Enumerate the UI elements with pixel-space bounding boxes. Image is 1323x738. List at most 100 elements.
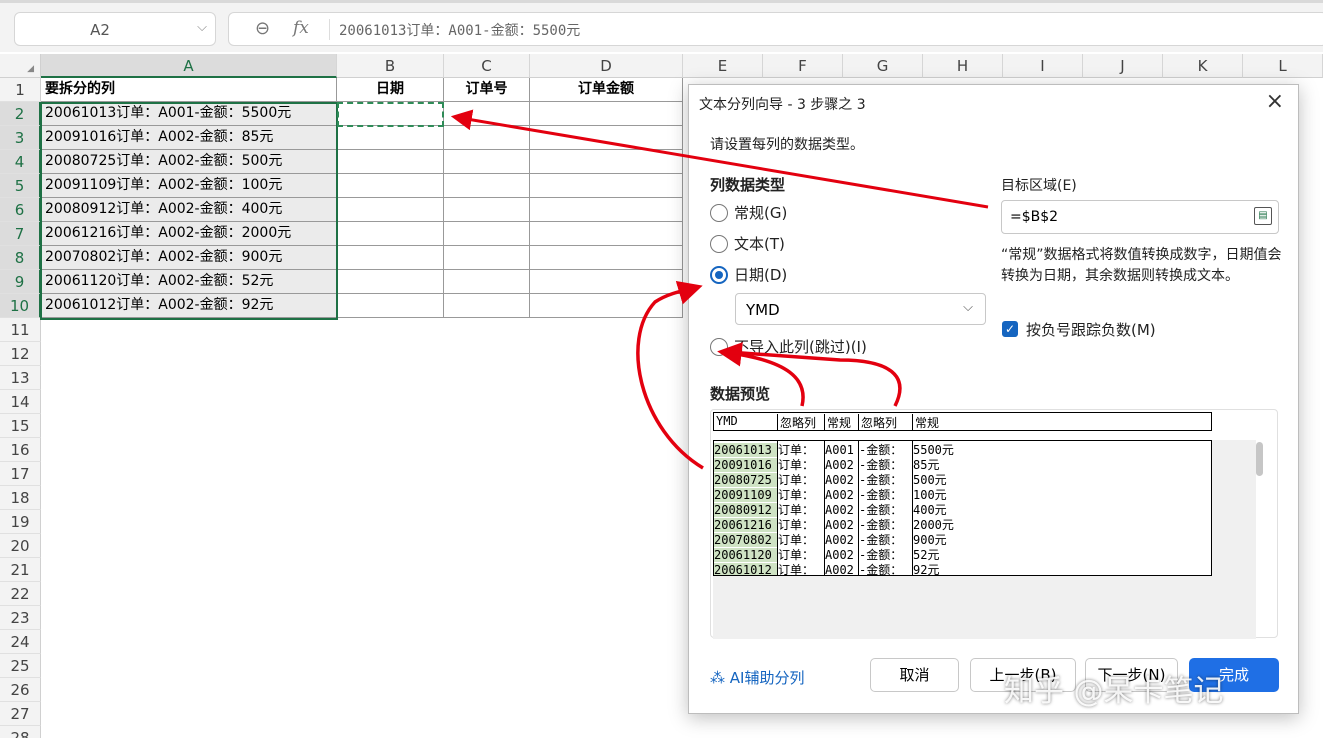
row-header[interactable]: 23 [0,606,41,630]
row-header[interactable]: 18 [0,486,41,510]
row-header[interactable]: 22 [0,582,41,606]
empty-cell[interactable] [444,150,530,174]
empty-cell[interactable] [337,174,444,198]
empty-cell[interactable] [337,270,444,294]
data-cell-a[interactable]: 20091109订单：A002-金额：100元 [41,174,337,198]
data-cell-a[interactable]: 20061013订单：A001-金额：5500元 [41,102,337,126]
empty-cell[interactable] [444,174,530,198]
column-header-k[interactable]: K [1163,54,1243,78]
ai-assist-button[interactable]: ⁂ AI辅助分列 [710,667,804,688]
row-header[interactable]: 17 [0,462,41,486]
header-cell-d[interactable]: 订单金额 [530,78,683,102]
empty-cell[interactable] [444,102,530,126]
empty-cell[interactable] [530,270,683,294]
data-cell-a[interactable]: 20061012订单：A002-金额：92元 [41,294,337,318]
row-header[interactable]: 11 [0,318,41,342]
empty-cell[interactable] [530,222,683,246]
radio-circle[interactable] [710,235,728,253]
chevron-down-icon[interactable]: ⌵ [197,20,207,35]
empty-cell[interactable] [444,198,530,222]
radio-circle[interactable] [710,338,728,356]
empty-cell[interactable] [444,222,530,246]
row-header[interactable]: 27 [0,702,41,726]
date-format-select[interactable]: YMD ⌵ [735,293,986,325]
next-button[interactable]: 下一步(N) [1085,658,1178,692]
empty-cell[interactable] [444,294,530,318]
row-header[interactable]: 8 [0,246,41,270]
data-preview[interactable]: YMD 忽略列 常规 忽略列 常规 20061013 订单： A001 -金额： 550… [710,409,1278,639]
row-header[interactable]: 10 [0,294,41,318]
data-cell-a[interactable]: 20061216订单：A002-金额：2000元 [41,222,337,246]
preview-header[interactable]: 常规 [824,414,851,431]
column-header-a[interactable]: A [41,54,337,78]
row-header[interactable]: 19 [0,510,41,534]
empty-cell[interactable] [530,150,683,174]
empty-cell[interactable] [530,294,683,318]
formula-input[interactable]: ⊖ fx 20061013订单：A001-金额：5500元 [228,12,1323,46]
empty-cell[interactable] [337,150,444,174]
empty-cell[interactable] [530,198,683,222]
row-header[interactable]: 20 [0,534,41,558]
preview-header[interactable]: YMD [714,414,738,431]
preview-scrollbar[interactable] [1256,442,1263,476]
zoom-icon[interactable]: ⊖ [255,18,270,39]
empty-cell[interactable] [337,222,444,246]
row-header[interactable]: 14 [0,390,41,414]
empty-cell[interactable] [530,126,683,150]
preview-scroll-area[interactable]: 20061013 订单： A001 -金额： 5500元 20091016 订单： A002-… [713,440,1256,639]
column-header-l[interactable]: L [1243,54,1323,78]
cancel-button[interactable]: 取消 [870,658,959,692]
target-range-input[interactable]: =$B$2 ▤ [1001,200,1279,234]
row-header[interactable]: 9 [0,270,41,294]
row-header[interactable]: 7 [0,222,41,246]
header-cell-c[interactable]: 订单号 [444,78,530,102]
column-header-j[interactable]: J [1083,54,1163,78]
checkmark-icon[interactable]: ✓ [1002,321,1018,337]
formula-text[interactable]: 20061013订单：A001-金额：5500元 [339,20,580,40]
row-header[interactable]: 1 [0,78,41,102]
row-header[interactable]: 26 [0,678,41,702]
empty-cell[interactable] [444,270,530,294]
close-icon[interactable]: × [1266,89,1284,114]
preview-header[interactable]: 常规 [912,414,939,431]
empty-cell[interactable] [530,174,683,198]
empty-cell[interactable] [530,102,683,126]
column-header-f[interactable]: F [763,54,843,78]
column-header-i[interactable]: I [1003,54,1083,78]
empty-cell[interactable] [337,294,444,318]
name-box[interactable]: A2 ⌵ [14,12,216,46]
data-cell-a[interactable]: 20080725订单：A002-金额：500元 [41,150,337,174]
data-cell-a[interactable]: 20091016订单：A002-金额：85元 [41,126,337,150]
column-header-d[interactable]: D [530,54,683,78]
back-button[interactable]: 上一步(B) [970,658,1076,692]
preview-header[interactable]: 忽略列 [777,414,816,431]
column-header-h[interactable]: H [923,54,1003,78]
empty-cell[interactable] [444,126,530,150]
row-header[interactable]: 25 [0,654,41,678]
column-header-e[interactable]: E [683,54,763,78]
finish-button[interactable]: 完成 [1189,658,1279,692]
header-cell-a[interactable]: 要拆分的列 [41,78,337,102]
row-header[interactable]: 4 [0,150,41,174]
row-header[interactable]: 2 [0,102,41,126]
data-cell-a[interactable]: 20070802订单：A002-金额：900元 [41,246,337,270]
preview-header[interactable]: 忽略列 [858,414,897,431]
row-header[interactable]: 5 [0,174,41,198]
row-header[interactable]: 6 [0,198,41,222]
empty-cell[interactable] [444,246,530,270]
radio-circle[interactable] [710,204,728,222]
column-header-g[interactable]: G [843,54,923,78]
fx-icon[interactable]: fx [293,18,309,38]
data-cell-a[interactable]: 20080912订单：A002-金额：400元 [41,198,337,222]
empty-cell[interactable] [337,102,444,126]
row-header[interactable]: 13 [0,366,41,390]
column-header-c[interactable]: C [444,54,530,78]
row-header[interactable]: 16 [0,438,41,462]
select-all-corner[interactable]: ◢ [0,54,41,78]
range-picker-icon[interactable]: ▤ [1254,207,1272,225]
radio-circle-selected[interactable] [710,266,728,284]
row-header[interactable]: 12 [0,342,41,366]
row-header[interactable]: 21 [0,558,41,582]
column-header-b[interactable]: B [337,54,444,78]
row-header[interactable]: 15 [0,414,41,438]
